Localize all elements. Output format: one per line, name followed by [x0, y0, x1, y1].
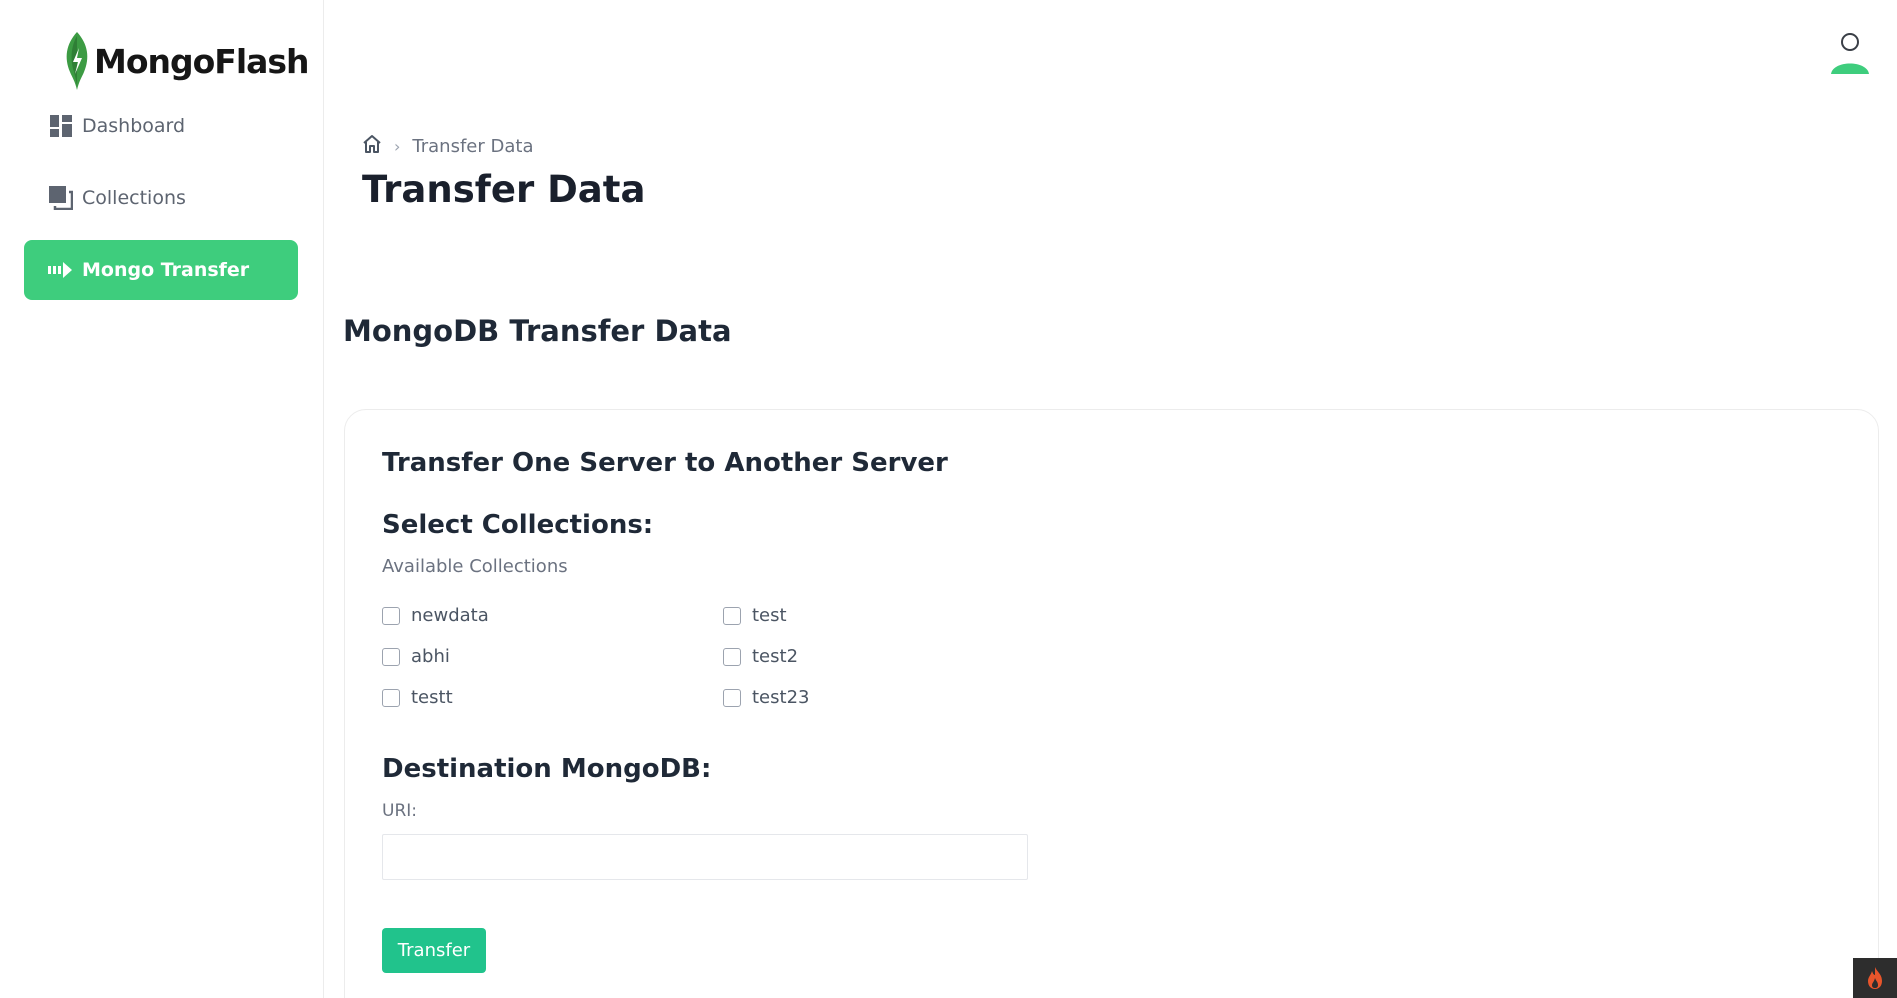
collection-checkbox-item[interactable]: test — [723, 602, 923, 629]
sidebar-nav: Dashboard Collections Mongo Transfer — [24, 96, 298, 312]
collections-checklist: newdata test abhi test2 testt test23 — [382, 602, 842, 711]
sidebar-item-mongo-transfer[interactable]: Mongo Transfer — [24, 240, 298, 300]
sidebar-item-label: Dashboard — [82, 115, 186, 137]
collection-name: abhi — [411, 646, 450, 667]
leaf-logo-icon — [66, 32, 88, 90]
sidebar: MongoFlash Dashboard Collections Mongo T… — [0, 0, 324, 998]
user-avatar-icon[interactable] — [1829, 32, 1871, 76]
transfer-icon — [48, 257, 74, 283]
checkbox[interactable] — [723, 647, 741, 666]
collection-checkbox-item[interactable]: test2 — [723, 643, 923, 670]
checkbox[interactable] — [382, 606, 400, 625]
app-name: MongoFlash — [94, 41, 310, 81]
collections-icon — [48, 185, 74, 211]
checkbox[interactable] — [723, 688, 741, 707]
checkbox[interactable] — [382, 688, 400, 707]
destination-heading: Destination MongoDB: — [382, 754, 712, 784]
collection-checkbox-item[interactable]: test23 — [723, 684, 923, 711]
sidebar-item-label: Mongo Transfer — [82, 259, 250, 281]
breadcrumb-current: Transfer Data — [412, 136, 534, 157]
uri-input[interactable] — [382, 834, 1028, 880]
select-collections-heading: Select Collections: — [382, 510, 654, 540]
collection-checkbox-item[interactable]: testt — [382, 684, 723, 711]
collection-name: testt — [411, 687, 453, 708]
app-logo[interactable]: MongoFlash — [62, 30, 310, 92]
collection-name: newdata — [411, 605, 489, 626]
uri-label: URI: — [382, 801, 417, 821]
page-title: Transfer Data — [362, 168, 646, 211]
card-title: Transfer One Server to Another Server — [382, 448, 948, 478]
collection-name: test — [752, 605, 787, 626]
sidebar-item-label: Collections — [82, 187, 186, 209]
home-icon[interactable] — [362, 134, 382, 159]
available-collections-label: Available Collections — [382, 556, 568, 577]
collection-name: test2 — [752, 646, 799, 667]
checkbox[interactable] — [723, 606, 741, 625]
sidebar-item-dashboard[interactable]: Dashboard — [24, 96, 298, 156]
transfer-button[interactable]: Transfer — [382, 928, 486, 973]
collection-checkbox-item[interactable]: abhi — [382, 643, 723, 670]
section-title: MongoDB Transfer Data — [343, 314, 732, 348]
collection-checkbox-item[interactable]: newdata — [382, 602, 723, 629]
sidebar-item-collections[interactable]: Collections — [24, 168, 298, 228]
transfer-card: Transfer One Server to Another Server Se… — [344, 409, 1879, 998]
dashboard-icon — [48, 113, 74, 139]
flame-icon[interactable] — [1853, 958, 1897, 998]
collection-name: test23 — [752, 687, 810, 708]
breadcrumb: › Transfer Data — [362, 134, 533, 159]
checkbox[interactable] — [382, 647, 400, 666]
chevron-right-icon: › — [394, 137, 401, 156]
